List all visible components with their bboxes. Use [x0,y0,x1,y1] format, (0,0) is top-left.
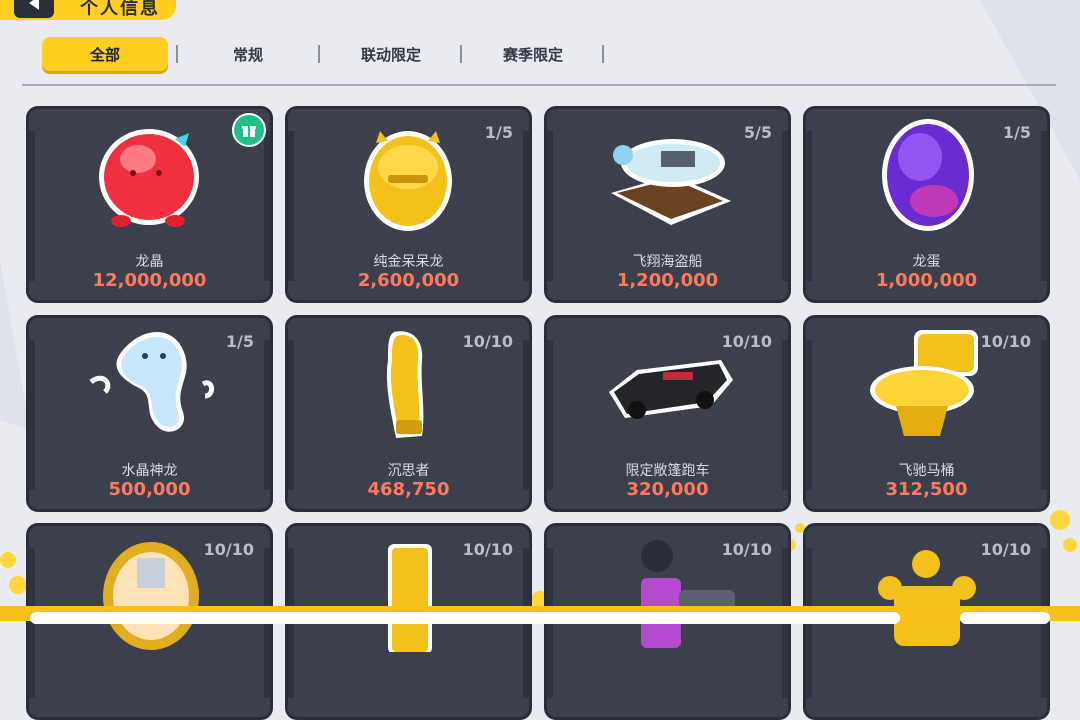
item-name: 飞驰马桶 [898,463,955,479]
ship-in-bottle-icon [611,139,731,225]
tab-separator [602,45,604,63]
tab-all[interactable]: 全部 [42,37,168,71]
item-value: 320,000 [626,479,709,500]
bottom-panel-right [960,612,1050,624]
item-value: 2,600,000 [357,270,460,291]
item-count: 1/5 [225,332,254,351]
gold-bar-icon [388,544,432,652]
red-jelly-dragon-icon [99,129,199,227]
item-card-gold-dragon[interactable]: 1/5 纯金呆呆龙 2,600,000 [285,106,532,303]
gold-toilet-icon [870,330,978,436]
robot-cannon-icon [641,540,735,648]
gift-icon[interactable] [232,113,266,147]
tab-separator [318,45,320,63]
item-value: 1,200,000 [616,270,719,291]
item-count: 5/5 [743,123,772,142]
tab-divider [22,84,1056,86]
item-name: 龙蛋 [912,254,941,270]
item-card-pirate-ship[interactable]: 5/5 飞翔海盗船 1,200,000 [544,106,791,303]
crystal-dragon-icon [89,332,214,432]
convertible-car-icon [609,360,733,419]
tab-separator [176,45,178,63]
header-banner: 个人信息 [0,0,176,20]
item-value: 468,750 [367,479,450,500]
item-name: 水晶神龙 [121,463,178,479]
gold-dragon-statue-icon [364,131,452,231]
back-arrow-icon [29,0,39,10]
dragon-egg-icon [882,119,974,231]
item-card-dragon-egg[interactable]: 1/5 龙蛋 1,000,000 [803,106,1050,303]
item-value: 12,000,000 [92,270,207,291]
bottom-panel [30,612,900,624]
gold-crown-icon [878,550,976,646]
item-name: 沉思者 [387,463,430,479]
tab-separator [460,45,462,63]
item-count: 1/5 [484,123,513,142]
item-card-convertible[interactable]: 10/10 限定敞篷跑车 320,000 [544,315,791,512]
item-card-gold-toilet[interactable]: 10/10 飞驰马桶 312,500 [803,315,1050,512]
item-value: 500,000 [108,479,191,500]
item-card-crystal-dragon[interactable]: 1/5 水晶神龙 500,000 [26,315,273,512]
item-value: 1,000,000 [875,270,978,291]
portrait-frame-icon [103,542,199,650]
item-card-dragon-crystal[interactable]: 龙晶 12,000,000 [26,106,273,303]
thinker-statue-icon [386,331,424,438]
item-name: 限定敞篷跑车 [625,463,710,479]
item-name: 龙晶 [135,254,164,270]
tab-season-limited[interactable]: 赛季限定 [472,37,594,71]
back-button[interactable] [14,0,54,18]
item-name: 飞翔海盗船 [632,254,703,270]
item-card-thinker[interactable]: 10/10 沉思者 468,750 [285,315,532,512]
tab-collab-limited[interactable]: 联动限定 [330,37,452,71]
item-count: 1/5 [1002,123,1031,142]
item-value: 312,500 [885,479,968,500]
page-title: 个人信息 [80,0,160,19]
item-name: 纯金呆呆龙 [373,254,444,270]
tab-regular[interactable]: 常规 [190,37,306,71]
